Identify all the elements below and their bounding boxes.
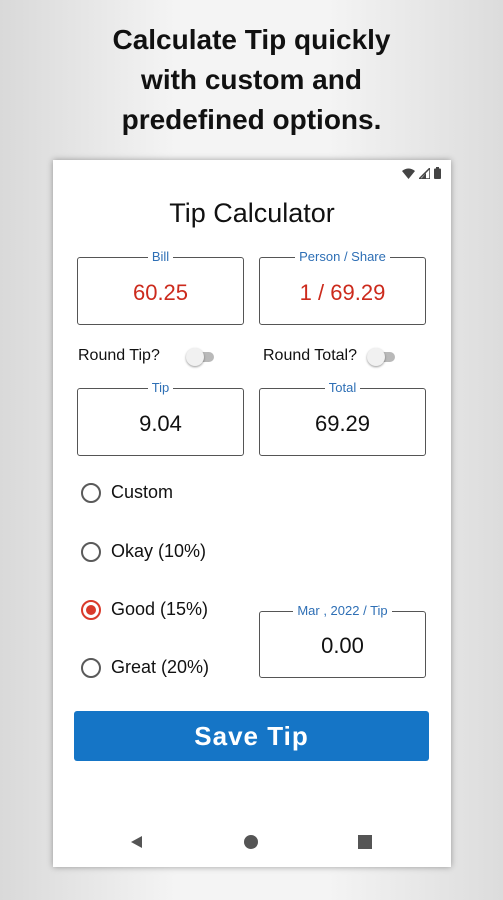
option-okay-label: Okay (10%) xyxy=(111,541,207,561)
total-label: Total xyxy=(324,380,361,395)
tip-label: Tip xyxy=(147,380,174,395)
save-tip-button[interactable]: Save Tip xyxy=(74,711,429,761)
back-icon xyxy=(131,836,142,848)
recents-icon xyxy=(358,835,372,849)
battery-icon xyxy=(434,167,441,179)
status-bar xyxy=(402,166,441,180)
monthly-tip-label: Mar , 2022 / Tip xyxy=(293,603,392,618)
round-tip-toggle[interactable] xyxy=(185,348,216,366)
bill-value: 60.25 xyxy=(132,280,189,305)
option-great-label: Great (20%) xyxy=(111,657,210,677)
nav-back[interactable] xyxy=(126,832,146,852)
wifi-icon xyxy=(402,168,415,179)
bill-label: Bill xyxy=(147,249,174,264)
radio-good[interactable] xyxy=(81,599,101,620)
promo-headline: Calculate Tip quickly with custom and pr… xyxy=(0,20,503,140)
home-icon xyxy=(244,835,258,849)
option-good-label: Good (15%) xyxy=(111,599,209,619)
monthly-tip-value: 0.00 xyxy=(321,633,364,658)
round-total-row: Round Total? xyxy=(263,347,397,366)
bill-field[interactable]: Bill 60.25 xyxy=(77,249,244,325)
total-field[interactable]: Total 69.29 xyxy=(259,380,426,456)
option-good[interactable]: Good (15%) xyxy=(81,599,208,620)
radio-custom[interactable] xyxy=(81,482,101,503)
nav-home[interactable] xyxy=(241,832,261,852)
monthly-tip-field[interactable]: Mar , 2022 / Tip 0.00 xyxy=(259,603,426,678)
person-share-field[interactable]: Person / Share 1 / 69.29 xyxy=(259,249,426,325)
option-great[interactable]: Great (20%) xyxy=(81,657,209,678)
person-share-value: 1 / 69.29 xyxy=(299,280,386,305)
option-custom-label: Custom xyxy=(111,482,174,502)
person-share-label: Person / Share xyxy=(295,249,390,264)
headline-line-2: with custom and xyxy=(141,64,362,95)
headline-line-1: Calculate Tip quickly xyxy=(112,24,391,55)
tip-value: 9.04 xyxy=(139,411,182,436)
radio-okay[interactable] xyxy=(81,541,101,562)
cell-signal-icon xyxy=(419,167,430,179)
headline-line-3: predefined options. xyxy=(121,104,382,135)
round-total-toggle[interactable] xyxy=(367,348,397,366)
round-tip-label: Round Tip? xyxy=(78,347,160,364)
round-total-label: Round Total? xyxy=(263,347,357,364)
app-title: Tip Calculator xyxy=(169,198,335,228)
nav-bar xyxy=(53,828,451,854)
tip-field[interactable]: Tip 9.04 xyxy=(77,380,244,456)
phone-screen: Tip Calculator Bill 60.25 Person / Share… xyxy=(53,160,451,867)
radio-great[interactable] xyxy=(81,657,101,678)
option-custom[interactable]: Custom xyxy=(81,482,173,503)
round-tip-row: Round Tip? xyxy=(78,347,216,366)
total-value: 69.29 xyxy=(314,411,371,436)
option-okay[interactable]: Okay (10%) xyxy=(81,541,206,562)
nav-recents[interactable] xyxy=(355,832,375,852)
